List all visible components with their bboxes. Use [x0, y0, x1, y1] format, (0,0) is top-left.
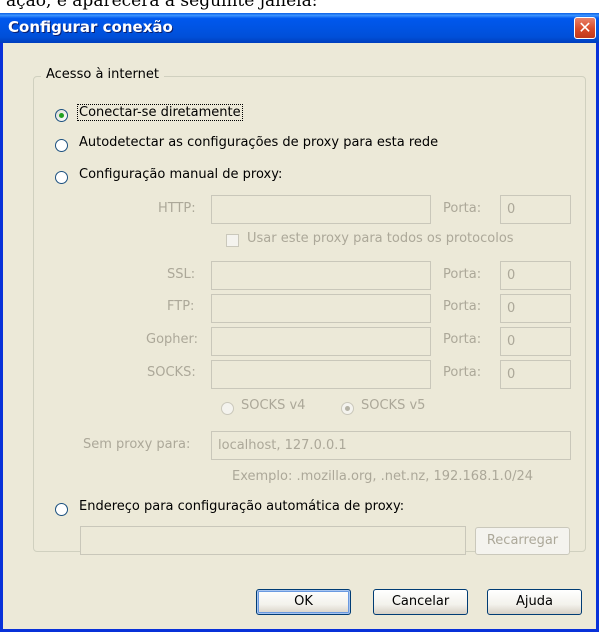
radio-autodetect[interactable]: [55, 139, 68, 152]
http-label: HTTP:: [158, 201, 196, 216]
socks-host-input[interactable]: [211, 360, 431, 389]
title-bar[interactable]: Configurar conexão ✕: [0, 13, 599, 43]
gopher-label: Gopher:: [146, 332, 199, 347]
use-for-all-checkbox[interactable]: [226, 234, 239, 247]
socks-port-label: Porta:: [443, 365, 482, 380]
ssl-port-label: Porta:: [443, 267, 482, 282]
ssl-port-input[interactable]: 0: [500, 261, 571, 290]
ftp-host-input[interactable]: [211, 294, 431, 323]
http-port-label: Porta:: [443, 201, 482, 216]
ssl-host-input[interactable]: [211, 261, 431, 290]
no-proxy-label: Sem proxy para:: [83, 437, 191, 452]
no-proxy-example: Exemplo: .mozilla.org, .net.nz, 192.168.…: [232, 469, 534, 484]
socks-label: SOCKS:: [147, 365, 196, 380]
radio-direct-label[interactable]: Conectar-se diretamente: [77, 104, 243, 121]
socks-port-input[interactable]: 0: [500, 360, 571, 389]
gopher-host-input[interactable]: [211, 327, 431, 356]
help-button[interactable]: Ajuda: [487, 589, 582, 615]
radio-direct[interactable]: [55, 109, 68, 122]
no-proxy-input[interactable]: localhost, 127.0.0.1: [211, 431, 571, 460]
ftp-port-label: Porta:: [443, 299, 482, 314]
auto-url-input[interactable]: [80, 526, 466, 555]
radio-manual[interactable]: [55, 171, 68, 184]
radio-auto-url[interactable]: [55, 503, 68, 516]
ftp-port-input[interactable]: 0: [500, 294, 571, 323]
radio-selected-dot: [59, 113, 64, 118]
cropped-text: ação, é aparecerá a seguinte janela:: [6, 0, 318, 11]
socks-v4-label: SOCKS v4: [241, 398, 306, 413]
socks-v5-label: SOCKS v5: [361, 398, 426, 413]
connection-settings-dialog: Configurar conexão ✕ Acesso à internet C…: [0, 13, 599, 632]
radio-manual-label[interactable]: Configuração manual de proxy:: [79, 167, 282, 182]
use-for-all-label: Usar este proxy para todos os protocolos: [247, 231, 514, 246]
radio-auto-url-label[interactable]: Endereço para configuração automática de…: [79, 499, 404, 514]
gopher-port-input[interactable]: 0: [500, 327, 571, 356]
gopher-port-label: Porta:: [443, 332, 482, 347]
ok-button[interactable]: OK: [256, 589, 351, 615]
http-port-input[interactable]: 0: [500, 195, 571, 224]
socks-v5-selected-dot: [345, 406, 350, 411]
close-button[interactable]: ✕: [574, 17, 596, 39]
group-legend: Acesso à internet: [41, 67, 164, 82]
cancel-button[interactable]: Cancelar: [373, 589, 468, 615]
ssl-label: SSL:: [167, 267, 196, 282]
ftp-label: FTP:: [167, 299, 195, 314]
dialog-title: Configurar conexão: [8, 18, 173, 36]
cropped-page-text: ação, é aparecerá a seguinte janela:: [0, 0, 599, 14]
socks-v5-radio[interactable]: [341, 402, 354, 415]
radio-autodetect-label[interactable]: Autodetectar as configurações de proxy p…: [79, 135, 438, 150]
close-icon: ✕: [578, 18, 592, 37]
reload-button[interactable]: Recarregar: [475, 527, 570, 555]
http-host-input[interactable]: [211, 195, 431, 224]
socks-v4-radio[interactable]: [221, 402, 234, 415]
